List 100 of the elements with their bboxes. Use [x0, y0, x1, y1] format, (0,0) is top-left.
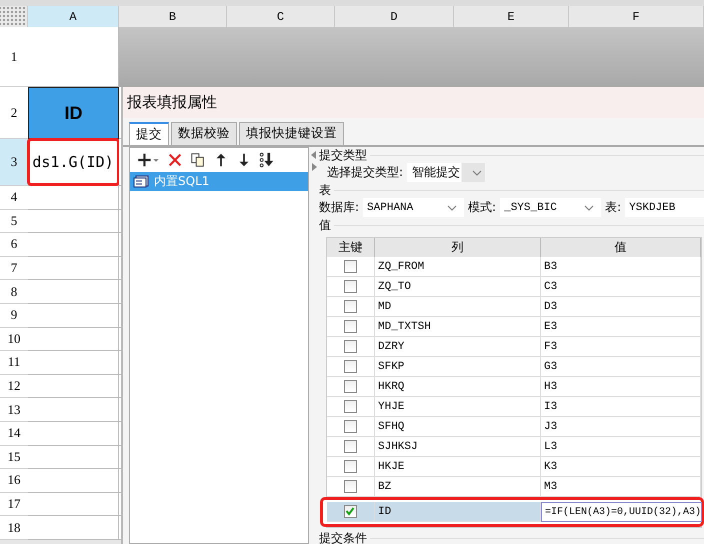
checkbox[interactable]	[344, 400, 357, 413]
table-cell: J3	[541, 417, 701, 437]
checkbox[interactable]	[344, 420, 357, 433]
group-label: 提交类型	[319, 147, 367, 164]
table-cell: E3	[541, 317, 701, 337]
input-field[interactable]: YSKDJEB	[625, 198, 704, 217]
checkbox[interactable]	[344, 300, 357, 313]
checkbox[interactable]	[344, 260, 357, 273]
row-header[interactable]: 8	[0, 280, 28, 304]
table-cell: HKJE	[375, 457, 541, 477]
add-icon[interactable]	[136, 152, 160, 168]
row-header[interactable]: 4	[0, 186, 28, 210]
column-header[interactable]: B	[119, 6, 227, 27]
expand-right-icon[interactable]	[311, 163, 317, 171]
checkbox[interactable]	[344, 340, 357, 353]
row-header[interactable]: 13	[0, 398, 28, 422]
column-header[interactable]: F	[569, 6, 704, 27]
table-row[interactable]: HKJE K3	[327, 457, 701, 477]
row-header[interactable]: 6	[0, 233, 28, 257]
table-cell: HKRQ	[375, 377, 541, 397]
row-header[interactable]: 3	[0, 139, 28, 186]
collapse-left-icon[interactable]	[311, 151, 317, 159]
checkbox[interactable]	[344, 360, 357, 373]
tab[interactable]: 填报快捷键设置	[239, 122, 344, 145]
column-header[interactable]: E	[454, 6, 569, 27]
table-cell: SJHKSJ	[375, 437, 541, 457]
column-header[interactable]: C	[227, 6, 335, 27]
table-cell: H3	[541, 377, 701, 397]
table-cell: C3	[541, 277, 701, 297]
field-label: 表:	[605, 199, 622, 216]
row-header[interactable]: 10	[0, 328, 28, 352]
row-header[interactable]: 11	[0, 351, 28, 375]
column-header: 主键	[327, 238, 375, 257]
table-row[interactable]: SJHKSJ L3	[327, 437, 701, 457]
table-cell: SFKP	[375, 357, 541, 377]
row-header[interactable]: 17	[0, 492, 28, 516]
table-cell: L3	[541, 437, 701, 457]
row-header[interactable]: 1	[0, 27, 28, 87]
field-label: 模式:	[468, 199, 496, 216]
checkbox[interactable]	[344, 505, 357, 518]
table-cell: ds1.G(ID)	[28, 139, 119, 186]
table-cell: ID	[28, 87, 119, 139]
copy-icon[interactable]	[190, 152, 206, 168]
row-header[interactable]: 5	[0, 210, 28, 234]
table-cell: ZQ_FROM	[375, 257, 541, 277]
row-header[interactable]: 12	[0, 374, 28, 398]
dropdown[interactable]: _SYS_BIC	[500, 198, 602, 217]
table-cell: MD_TXTSH	[375, 317, 541, 337]
table-row[interactable]: MD D3	[327, 297, 701, 317]
table-row[interactable]: ID =IF(LEN(A3)=0,UUID(32),A3)	[327, 502, 701, 522]
field-label: 数据库:	[319, 199, 360, 216]
table-row[interactable]: SFKP G3	[327, 357, 701, 377]
dropdown[interactable]: 智能提交	[407, 163, 486, 182]
column-header[interactable]: D	[335, 6, 454, 27]
table-cell: SFHQ	[375, 417, 541, 437]
table-row[interactable]: DZRY F3	[327, 337, 701, 357]
column-header: 列	[375, 238, 541, 257]
table-cell: =IF(LEN(A3)=0,UUID(32),A3)	[541, 502, 702, 522]
row-header[interactable]: 15	[0, 446, 28, 470]
row-header[interactable]: 16	[0, 469, 28, 493]
caret-icon	[447, 204, 458, 210]
checkbox[interactable]	[344, 380, 357, 393]
table-row[interactable]: ZQ_TO C3	[327, 277, 701, 297]
checkbox[interactable]	[344, 280, 357, 293]
field-label: 选择提交类型:	[327, 164, 404, 181]
table-row[interactable]: HKRQ H3	[327, 377, 701, 397]
row-header[interactable]: 9	[0, 304, 28, 328]
table-row[interactable]: MD_TXTSH E3	[327, 317, 701, 337]
delete-icon[interactable]	[167, 152, 183, 168]
checkbox[interactable]	[344, 440, 357, 453]
table-cell: K3	[541, 457, 701, 477]
table-row[interactable]: SFHQ J3	[327, 417, 701, 437]
table-row[interactable]: ZQ_FROM B3	[327, 257, 701, 277]
tab[interactable]: 数据校验	[171, 122, 237, 145]
table-row[interactable]: YHJE I3	[327, 397, 701, 417]
row-header[interactable]: 18	[0, 516, 28, 540]
checkbox[interactable]	[344, 480, 357, 493]
table-cell: MD	[375, 297, 541, 317]
checkbox[interactable]	[344, 460, 357, 473]
table-cell: DZRY	[375, 337, 541, 357]
tab[interactable]: 提交	[129, 122, 169, 145]
group-label: 提交条件	[319, 530, 367, 544]
table-cell: F3	[541, 337, 701, 357]
move-bottom-icon[interactable]	[259, 152, 275, 168]
table-cell: D3	[541, 297, 701, 317]
select-all-icon[interactable]	[0, 6, 28, 27]
table-cell: ZQ_TO	[375, 277, 541, 297]
table-cell: G3	[541, 357, 701, 377]
table-cell: I3	[541, 397, 701, 417]
column-header: 值	[541, 238, 701, 257]
column-header[interactable]: A	[28, 6, 119, 27]
dropdown[interactable]: SAPHANA	[363, 198, 464, 217]
row-header[interactable]: 2	[0, 87, 28, 139]
row-header[interactable]: 14	[0, 422, 28, 446]
caret-icon	[584, 204, 594, 210]
row-header[interactable]: 7	[0, 256, 28, 280]
group-label: 值	[319, 216, 331, 234]
checkbox[interactable]	[344, 320, 357, 333]
table-cell: YHJE	[375, 397, 541, 417]
dialog-title: 报表填报属性	[123, 87, 704, 118]
